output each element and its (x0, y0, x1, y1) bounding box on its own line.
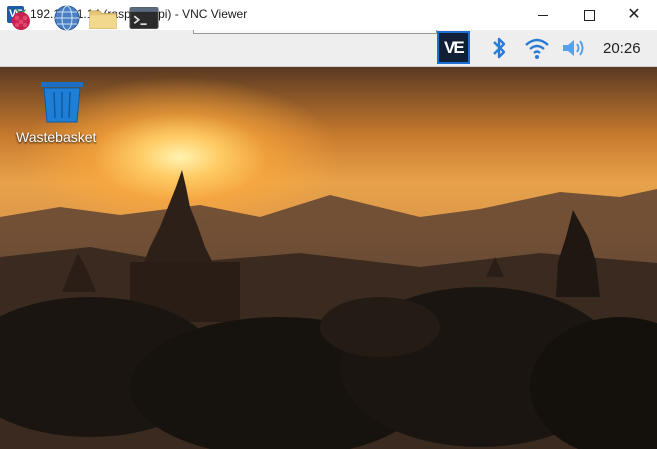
wifi-icon[interactable] (523, 34, 551, 62)
file-manager-folder-icon[interactable] (88, 3, 118, 33)
web-browser-globe-icon[interactable] (52, 3, 82, 33)
panel-clock[interactable]: 20:26 (603, 40, 641, 57)
maximize-icon (583, 9, 595, 21)
minimize-icon (538, 14, 548, 16)
volume-icon[interactable] (559, 34, 587, 62)
wastebasket-icon[interactable] (39, 81, 85, 123)
terminal-icon[interactable] (129, 3, 159, 33)
bluetooth-icon[interactable] (485, 34, 513, 62)
wastebasket-label[interactable]: Wastebasket (16, 129, 96, 145)
minimize-button[interactable] (520, 0, 566, 30)
maximize-button[interactable] (566, 0, 612, 30)
vnc-server-icon[interactable]: VE (437, 31, 470, 64)
close-icon: ✕ (627, 6, 641, 23)
raspberry-menu-icon[interactable] (6, 3, 36, 33)
desktop-wallpaper[interactable]: Wastebasket (0, 67, 657, 449)
vnc-toolbar-handle[interactable] (193, 30, 437, 34)
close-button[interactable]: ✕ (611, 0, 657, 30)
wallpaper-landscape (0, 170, 657, 449)
